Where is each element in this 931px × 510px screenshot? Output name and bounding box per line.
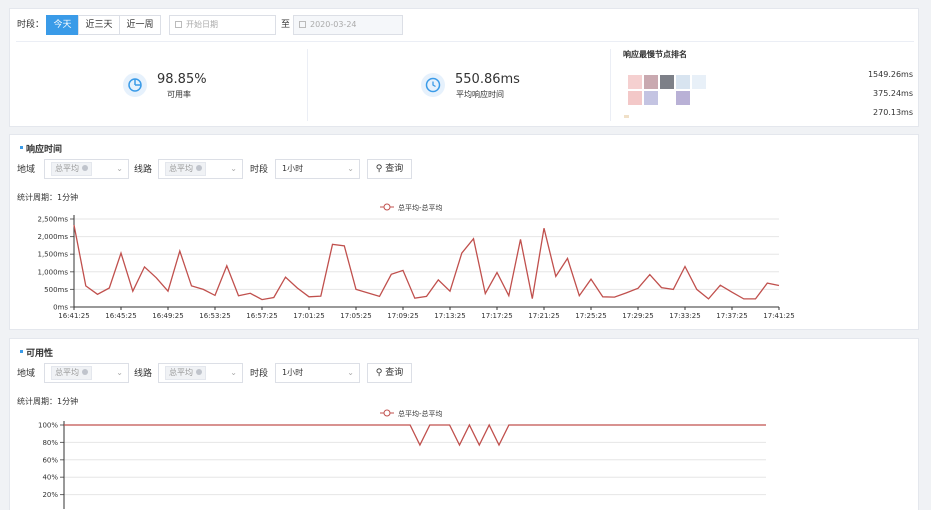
end-date-input[interactable]: 2020-03-24 [293, 15, 403, 35]
legend-label: 总平均-总平均 [398, 409, 443, 418]
tag-close-icon[interactable] [196, 165, 202, 171]
line-label: 线路 [134, 165, 153, 175]
region-tag[interactable]: 总平均 [51, 162, 92, 176]
x-tick-label: 17:33:25 [669, 312, 700, 320]
legend-marker [383, 203, 391, 211]
query-button[interactable]: ⚲ 查询 [367, 363, 412, 383]
calendar-icon [175, 21, 182, 28]
summary-card: 时段： 今天 近三天 近一周 开始日期 至 2020-03-24 98.85% … [9, 8, 919, 127]
line-tag[interactable]: 总平均 [165, 366, 206, 380]
region-select[interactable]: 总平均 ⌄ [44, 363, 129, 383]
y-tick-label: 40% [42, 474, 58, 482]
chevron-down-icon: ⌄ [230, 164, 237, 173]
x-tick-label: 17:01:25 [293, 312, 324, 320]
range-today-button[interactable]: 今天 [46, 15, 79, 35]
ranking-value-2: 375.24ms [873, 89, 913, 98]
y-tick-label: 1,000ms [37, 268, 68, 276]
tag-close-icon[interactable] [196, 369, 202, 375]
search-icon: ⚲ [375, 368, 383, 378]
x-tick-label: 17:05:25 [340, 312, 371, 320]
y-tick-label: 0ms [53, 304, 68, 312]
tag-close-icon[interactable] [82, 165, 88, 171]
tag-close-icon[interactable] [82, 369, 88, 375]
response-time-card: 响应时间 地域 总平均 ⌄ 线路 总平均 ⌄ 时段 1小时 ⌄ ⚲ 查询 统计周期：1… [9, 134, 919, 330]
x-tick-label: 17:29:25 [622, 312, 653, 320]
chevron-down-icon: ⌄ [230, 368, 237, 377]
x-tick-label: 16:41:25 [58, 312, 89, 320]
period-label: 时段 [250, 165, 269, 175]
x-tick-label: 17:17:25 [481, 312, 512, 320]
availability-icon [123, 73, 147, 97]
line-tag[interactable]: 总平均 [165, 162, 206, 176]
x-tick-label: 16:49:25 [152, 312, 183, 320]
legend-label: 总平均-总平均 [398, 203, 443, 212]
availability-chart: 总平均-总平均 20% 40% 60% 80% 100% [38, 409, 766, 509]
ranking-value-1: 1549.26ms [867, 70, 913, 79]
chevron-down-icon: ⌄ [116, 368, 123, 377]
ranking-title: 响应最慢节点排名 [623, 50, 687, 59]
legend-marker [383, 409, 391, 417]
availability-label: 可用率 [167, 90, 191, 99]
avg-response-value: 550.86ms [455, 72, 520, 87]
y-tick-label: 2,500ms [37, 216, 68, 224]
divider [16, 41, 914, 42]
range-three-days-button[interactable]: 近三天 [78, 15, 120, 35]
availability-title: 可用性 [19, 346, 53, 359]
x-tick-label: 16:53:25 [199, 312, 230, 320]
y-tick-label: 20% [42, 491, 58, 499]
x-tick-label: 17:21:25 [528, 312, 559, 320]
x-tick-label: 17:37:25 [716, 312, 747, 320]
end-date-value: 2020-03-24 [310, 20, 357, 29]
availability-card: 可用性 地域 总平均 ⌄ 线路 总平均 ⌄ 时段 1小时 ⌄ ⚲ 查询 统计周期：1分… [9, 338, 919, 510]
x-tick-label: 17:41:25 [763, 312, 794, 320]
line-label: 线路 [134, 369, 153, 379]
divider [307, 49, 308, 121]
response-time-title: 响应时间 [19, 142, 62, 155]
calendar-icon [299, 21, 306, 28]
region-label: 地域 [17, 369, 36, 379]
start-date-input[interactable]: 开始日期 [169, 15, 276, 35]
x-tick-label: 16:57:25 [246, 312, 277, 320]
period-select[interactable]: 1小时 ⌄ [275, 159, 360, 179]
period-label: 时段： [17, 20, 45, 30]
x-tick-label: 17:09:25 [387, 312, 418, 320]
start-date-placeholder: 开始日期 [186, 20, 218, 29]
x-tick-label: 16:45:25 [105, 312, 136, 320]
y-tick-label: 2,000ms [37, 233, 68, 241]
ranking-value-3: 270.13ms [873, 108, 913, 117]
period-select[interactable]: 1小时 ⌄ [275, 363, 360, 383]
chevron-down-icon: ⌄ [116, 164, 123, 173]
availability-value: 98.85% [157, 72, 207, 87]
y-tick-label: 60% [42, 456, 58, 464]
y-tick-label: 80% [42, 439, 58, 447]
y-tick-label: 500ms [44, 286, 68, 294]
search-icon: ⚲ [375, 164, 383, 174]
divider [610, 49, 611, 121]
y-tick-label: 100% [38, 422, 58, 430]
region-label: 地域 [17, 165, 36, 175]
y-tick-label: 1,500ms [37, 251, 68, 259]
avg-response-label: 平均响应时间 [456, 90, 504, 99]
x-tick-label: 17:25:25 [575, 312, 606, 320]
line-select[interactable]: 总平均 ⌄ [158, 159, 243, 179]
response-time-chart: 总平均-总平均 0ms 500ms 1,000ms 1,500ms 2,000ms 2,50… [37, 203, 794, 320]
line-select[interactable]: 总平均 ⌄ [158, 363, 243, 383]
period-label: 时段 [250, 369, 269, 379]
region-select[interactable]: 总平均 ⌄ [44, 159, 129, 179]
to-label: 至 [281, 20, 291, 30]
clock-icon [421, 73, 445, 97]
query-button[interactable]: ⚲ 查询 [367, 159, 412, 179]
x-tick-label: 17:13:25 [434, 312, 465, 320]
chevron-down-icon: ⌄ [347, 368, 354, 377]
ranking-redacted-image [624, 71, 714, 121]
region-tag[interactable]: 总平均 [51, 366, 92, 380]
chevron-down-icon: ⌄ [347, 164, 354, 173]
range-week-button[interactable]: 近一周 [119, 15, 161, 35]
